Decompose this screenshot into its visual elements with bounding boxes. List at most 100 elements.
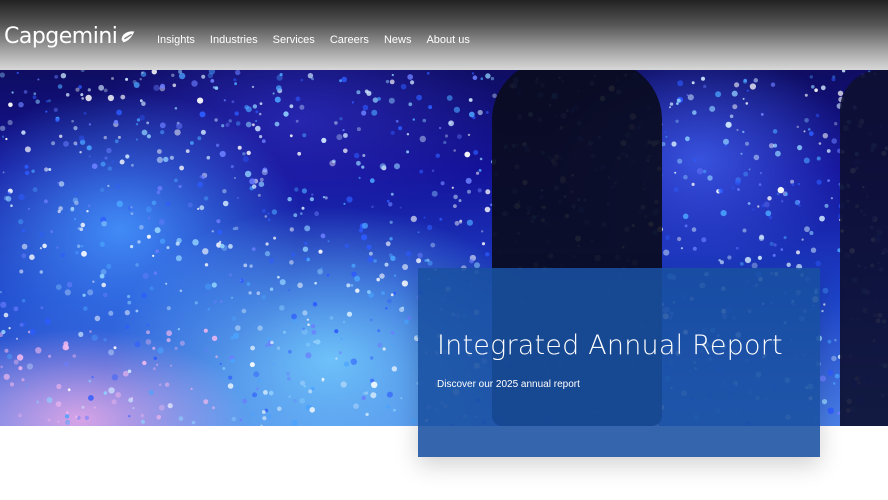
hero-dot (304, 241, 308, 245)
hero-dot (329, 316, 334, 320)
hero-dot (701, 76, 705, 81)
nav-services[interactable]: Services (273, 34, 315, 46)
hero-dot (234, 111, 239, 116)
hero-dot (19, 269, 24, 274)
hero-dot (300, 78, 304, 82)
hero-dot (27, 207, 31, 211)
hero-dot (46, 397, 53, 403)
hero-dot (304, 225, 311, 232)
hero-dot (175, 241, 180, 246)
hero-dot (152, 367, 156, 371)
hero-dot (339, 117, 343, 121)
nav-careers[interactable]: Careers (330, 34, 369, 46)
hero-dot (365, 412, 369, 417)
hero-dot (747, 202, 751, 205)
nav-about-us[interactable]: About us (426, 34, 469, 46)
hero-dot (821, 309, 824, 313)
hero-dot (64, 289, 71, 296)
hero-dot (464, 151, 471, 158)
hero-dot (91, 163, 98, 169)
hero-dot (261, 295, 267, 300)
hero-dot (160, 83, 165, 89)
hero-dot (757, 205, 760, 208)
hero-dot (377, 97, 381, 101)
hero-dot (426, 71, 430, 75)
hero-dot (40, 306, 44, 310)
hero-dot (88, 379, 92, 383)
hero-dot (410, 80, 415, 85)
hero-dot (33, 92, 37, 95)
hero-dot (7, 191, 11, 195)
card-subtitle-link[interactable]: Discover our 2025 annual report (437, 379, 580, 390)
annual-report-card[interactable]: Integrated Annual Report Discover our 20… (418, 268, 820, 457)
hero-dot (107, 94, 114, 102)
hero-dot (191, 80, 198, 87)
hero-dot (83, 111, 87, 115)
hero-dot (82, 293, 86, 297)
hero-dot (797, 200, 801, 204)
nav-insights[interactable]: Insights (157, 34, 195, 46)
hero-dot (203, 196, 209, 201)
hero-dot (58, 206, 63, 211)
hero-dot (32, 95, 37, 100)
hero-dot (384, 262, 389, 267)
hero-dot (269, 258, 275, 264)
hero-dot (301, 188, 307, 194)
hero-dot (453, 106, 460, 113)
hero-dot (671, 141, 677, 147)
hero-dot (388, 202, 393, 207)
hero-dot (742, 97, 745, 100)
hero-dot (735, 246, 739, 250)
hero-dot (157, 185, 163, 191)
hero-dot (818, 142, 822, 145)
hero-dot (21, 253, 27, 259)
hero-dot (251, 412, 255, 417)
hero-dot (103, 391, 108, 395)
hero-dot (259, 135, 263, 139)
hero-dot (146, 134, 151, 139)
hero-dot (823, 303, 826, 306)
hero-dot (329, 160, 336, 167)
hero-dot (215, 355, 218, 359)
hero-dot (67, 388, 71, 392)
hero-dot (152, 254, 155, 257)
logo-text: Capgemini (4, 24, 118, 49)
hero-dot (136, 118, 141, 122)
nav-news[interactable]: News (384, 34, 412, 46)
hero-dot (295, 96, 301, 102)
hero-dot (100, 161, 106, 167)
hero-dot (426, 258, 430, 262)
hero-dot (257, 325, 263, 331)
hero-dot (174, 178, 178, 183)
nav-industries[interactable]: Industries (210, 34, 258, 46)
hero-dot (163, 156, 169, 163)
hero-dot (422, 118, 427, 123)
hero-dot (485, 189, 491, 195)
hero-dot (343, 148, 348, 154)
hero-dot (417, 252, 423, 258)
hero-dot (60, 252, 66, 258)
hero-dot (311, 193, 314, 196)
hero-dot (379, 273, 385, 279)
hero-dot (410, 418, 417, 425)
hero-dot (63, 141, 69, 147)
hero-dot (399, 307, 405, 313)
hero-dot (197, 136, 202, 141)
hero-dot (219, 362, 222, 366)
hero-dot (56, 383, 62, 390)
hero-dot (696, 168, 704, 175)
hero-dot (10, 204, 13, 207)
hero-dot (70, 207, 75, 212)
hero-dot (481, 242, 486, 246)
hero-dot (217, 229, 223, 235)
hero-dot (389, 220, 393, 224)
hero-dot (158, 219, 165, 225)
hero-dot (743, 79, 748, 84)
hero-dot (824, 203, 829, 208)
capgemini-logo[interactable]: Capgemini (4, 24, 137, 49)
hero-dot (261, 169, 268, 176)
hero-dot (74, 218, 77, 220)
hero-dot (309, 197, 314, 202)
hero-dot (821, 399, 828, 405)
hero-dot (343, 361, 350, 367)
